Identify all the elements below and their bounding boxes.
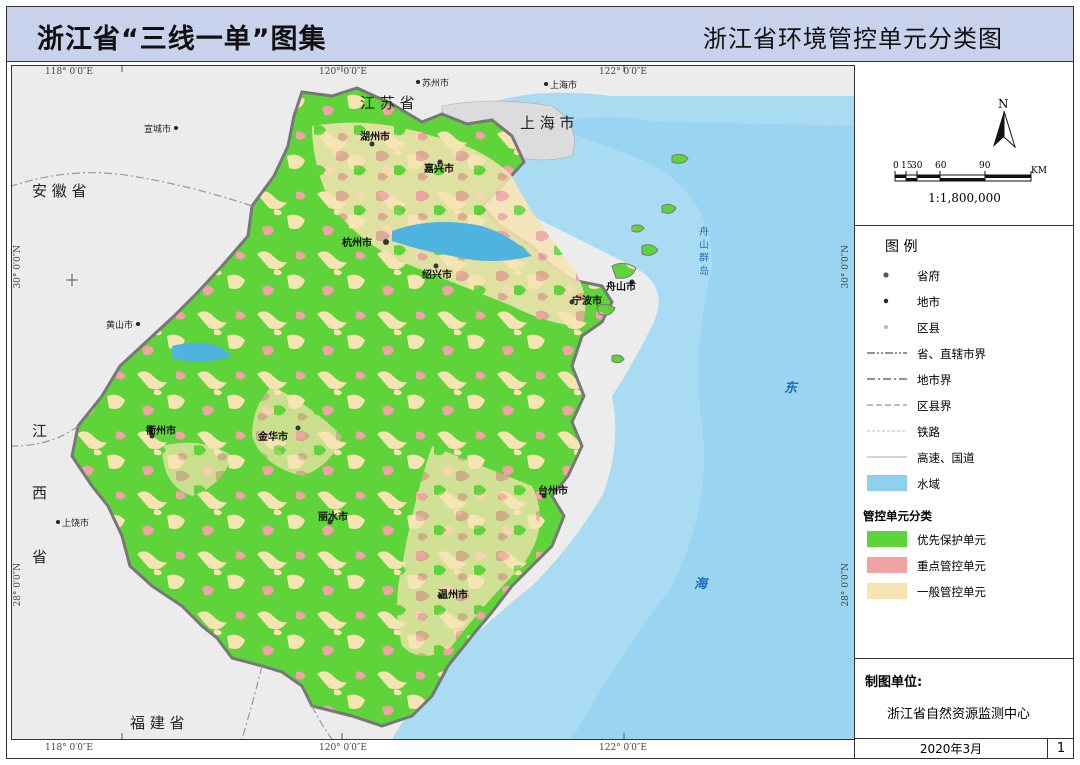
zhejiang-map: 安 徽 省 江 苏 省 上 海 市 福 建 省 江 西 省 东 海 舟 山 群 … [12,66,854,739]
scale-ratio: 1:1,800,000 [928,191,1001,205]
legend-item-highway: 高速、国道 [863,448,1073,466]
county-boundary-icon [867,404,907,406]
key-control-swatch [867,557,907,573]
province-label-jiangsu: 江 苏 省 [360,94,415,112]
coord-top-120: 120° 0′0″E [319,67,367,77]
producer-box: 制图单位: 浙江省自然资源监测中心 [855,658,1074,739]
page-number: 1 [1056,741,1066,756]
sea-label-dong: 东 [784,380,799,396]
svg-text:江: 江 [32,422,47,440]
legend-item-county: 区县 [863,318,1073,336]
coord-top-118: 118° 0′0″E [45,67,93,77]
legend-item-priority-protection: 优先保护单元 [863,530,1073,548]
city-suzhou: 苏州市 [422,77,449,89]
coord-bottom-122: 122° 0′0″E [599,743,647,753]
coord-bottom-118: 118° 0′0″E [45,743,93,753]
coord-left-28: 28° 0′0″N [13,563,23,607]
svg-text:省: 省 [32,548,47,566]
coord-left-30: 30° 0′0″N [13,245,23,289]
city-hangzhou: 杭州市 [342,236,372,249]
legend: 图 例 省府 地市 区县 省、直辖市界 地市界 区县界 铁路 高速、国道 水域 … [855,226,1074,658]
highway-icon [867,456,907,458]
city-wenzhou: 温州市 [438,588,468,601]
general-control-swatch [867,583,907,599]
date-label: 2020年3月 [855,739,1048,759]
islands-label: 舟 山 群 岛 [697,225,709,277]
category-title: 管控单元分类 [863,509,932,523]
sea-label-hai: 海 [694,576,709,592]
city-huzhou: 湖州市 [360,130,390,143]
city-huangshan: 黄山市 [106,319,133,331]
city-jiaxing: 嘉兴市 [423,162,454,175]
city-lishui: 丽水市 [318,510,348,523]
map-title: 浙江省环境管控单元分类图 [703,25,1003,53]
scale-ticks: 0 15 30 60 90 KM [893,161,1047,176]
city-ningbo: 宁波市 [572,294,602,307]
city-zhoushan: 舟山市 [606,280,636,293]
producer-name: 浙江省自然资源监测中心 [887,707,1031,722]
priority-swatch [867,531,907,547]
coord-right-28: 28° 0′0″N [841,563,851,607]
railway-icon [867,430,907,432]
city-taizhou: 台州市 [538,484,568,497]
province-label-fujian: 福 建 省 [130,714,185,732]
city-quzhou: 衢州市 [146,424,176,437]
title-bar: 浙江省“三线一单”图集 浙江省环境管控单元分类图 [7,7,1073,62]
water-swatch [867,475,907,491]
coord-top-122: 122° 0′0″E [599,67,647,77]
atlas-title: 浙江省“三线一单”图集 [37,24,327,55]
city-boundary-icon [867,378,907,380]
city-dot-icon [883,298,889,304]
legend-item-city-boundary: 地市界 [863,370,1073,388]
city-xuancheng: 宣城市 [144,123,171,135]
footer-strip: 2020年3月 1 [854,738,1074,759]
city-shangrao: 上饶市 [62,517,89,529]
city-shanghai: 上海市 [550,79,577,91]
province-label-anhui: 安 徽 省 [32,182,87,200]
legend-item-general-control: 一般管控单元 [863,582,1073,600]
province-label-shanghai: 上 海 市 [520,114,575,132]
legend-title: 图 例 [885,239,918,255]
city-shaoxing: 绍兴市 [422,268,452,281]
coord-right-30: 30° 0′0″N [841,245,851,289]
legend-item-county-boundary: 区县界 [863,396,1073,414]
side-panel: N 0 15 30 60 90 KM 1:1,800,000 图 例 省府 地市… [854,65,1074,738]
legend-item-key-control: 重点管控单元 [863,556,1073,574]
producer-label: 制图单位: [865,675,923,690]
map-sheet: 浙江省“三线一单”图集 浙江省环境管控单元分类图 安 徽 省 江 苏 省 上 海… [6,6,1074,759]
legend-item-city: 地市 [863,292,1073,310]
legend-item-water: 水域 [863,474,1073,492]
legend-item-capital: 省府 [863,266,1073,284]
legend-item-province-boundary: 省、直辖市界 [863,344,1073,362]
legend-item-railway: 铁路 [863,422,1073,440]
compass-scale-box: N 0 15 30 60 90 KM 1:1,800,000 [855,65,1074,226]
county-dot-icon [884,325,888,329]
coord-bottom-120: 120° 0′0″E [319,743,367,753]
province-boundary-icon [867,352,907,354]
city-jinhua: 金华市 [257,430,288,443]
map-area[interactable]: 安 徽 省 江 苏 省 上 海 市 福 建 省 江 西 省 东 海 舟 山 群 … [11,65,855,740]
scale-unit: KM [1031,166,1047,176]
capital-dot-icon [883,272,889,278]
svg-text:西: 西 [32,484,47,502]
